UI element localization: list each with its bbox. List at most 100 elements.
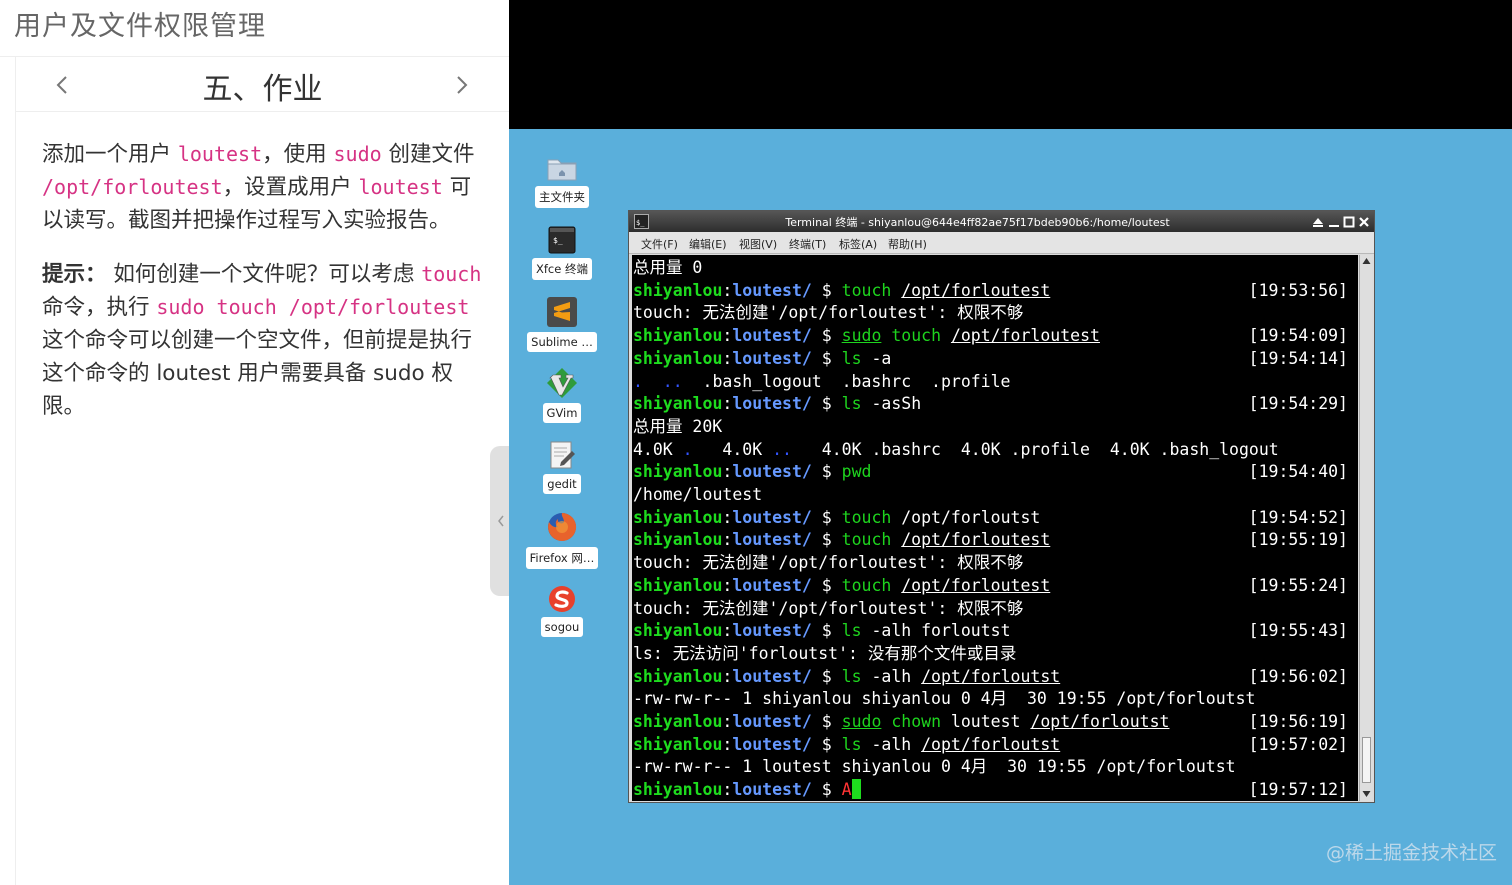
lesson-panel: 用户及文件权限管理 五、作业 添加一个用户 loutest，使用 sudo 创建… [0, 0, 509, 885]
output-line: ls: 无法访问'forloutst': 没有那个文件或目录 [633, 643, 1017, 663]
timestamp: [19:54:14] [1248, 348, 1348, 368]
menu-tabs[interactable]: 标签(A) [839, 236, 877, 252]
window-title: Terminal 终端 - shiyanlou@644e4ff82ae75f17… [785, 216, 1170, 229]
desktop-icon-label: sogou [540, 617, 584, 637]
prompt-line: shiyanlou:loutest/ $ touch /opt/forlouts… [633, 507, 1348, 527]
desktop-icon-label: Sublime … [527, 332, 597, 352]
maximize-icon[interactable] [1343, 216, 1355, 228]
timestamp: [19:57:02] [1248, 734, 1348, 754]
divider [0, 56, 509, 57]
timestamp: [19:56:02] [1248, 666, 1348, 686]
scroll-up-icon[interactable] [1361, 256, 1372, 266]
gedit-icon [550, 441, 575, 469]
inline-code: sudo touch /opt/forloutest [156, 295, 470, 319]
text: ，设置成用户 [222, 175, 359, 200]
text: ，使用 [262, 142, 334, 167]
menu-terminal[interactable]: 终端(T) [789, 236, 826, 252]
output-line: 总用量 0 [633, 258, 703, 277]
divider [15, 57, 16, 885]
timestamp: [19:56:19] [1248, 712, 1348, 731]
scroll-down-icon[interactable] [1361, 789, 1372, 799]
firefox-icon [548, 512, 577, 541]
prompt-line: shiyanlou:loutest/ $ A [19:57:12] [633, 779, 1348, 800]
terminal-app-icon: $_ [634, 214, 649, 229]
next-section-button[interactable] [447, 70, 477, 100]
text-cursor [851, 779, 861, 800]
prompt-line: shiyanlou:loutest/ $ ls -a [19:54:14] [633, 348, 1348, 368]
menu-help[interactable]: 帮助(H) [888, 236, 927, 252]
output-line: . .. .bash_logout .bashrc .profile [633, 371, 1011, 391]
section-heading: 五、作业 [202, 72, 323, 107]
hint-paragraph: 提示： 如何创建一个文件呢？可以考虑 touch 命令，执行 sudo touc… [42, 258, 482, 423]
text: 添加一个用户 [42, 142, 178, 167]
sogou-icon [549, 586, 575, 612]
text: 创建文件 [381, 142, 475, 167]
scrollbar-thumb[interactable] [1362, 737, 1371, 783]
desktop-icon-home[interactable]: 主文件夹 [522, 154, 602, 208]
desktop-icon-label: Firefox 网… [525, 547, 599, 569]
svg-text:$_: $_ [553, 236, 563, 245]
window-titlebar[interactable]: $_ Terminal 终端 - shiyanlou@644e4ff82ae75… [629, 211, 1374, 232]
chevron-right-icon [457, 76, 468, 94]
output-line: -rw-rw-r-- 1 loutest shiyanlou 0 4月 30 1… [633, 757, 1236, 777]
timestamp: [19:54:29] [1248, 394, 1348, 414]
terminal-output[interactable]: 总用量 0 shiyanlou:loutest/ $ touch /opt/fo… [632, 255, 1358, 801]
terminal-window[interactable]: $_ Terminal 终端 - shiyanlou@644e4ff82ae75… [628, 210, 1375, 803]
desktop-icon-label: gedit [543, 474, 581, 494]
timestamp: [19:54:09] [1248, 326, 1348, 346]
timestamp: [19:54:40] [1248, 462, 1348, 482]
prompt-line: shiyanlou:loutest/ $ ls -asSh [19:54:29] [633, 394, 1348, 414]
output-line: touch: 无法创建'/opt/forloutest': 权限不够 [633, 303, 1024, 323]
prompt-line: shiyanlou:loutest/ $ sudo touch /opt/for… [633, 326, 1348, 346]
output-line: touch: 无法创建'/opt/forloutest': 权限不够 [633, 598, 1024, 618]
timestamp: [19:55:19] [1248, 530, 1348, 550]
close-icon[interactable] [1358, 216, 1370, 228]
timestamp: [19:55:24] [1248, 575, 1348, 595]
inline-code: loutest [358, 175, 443, 199]
timestamp: [19:55:43] [1248, 621, 1348, 641]
inline-code: sudo [333, 142, 382, 166]
desktop-icon-label: 主文件夹 [535, 186, 589, 208]
text: 命令，执行 [42, 295, 157, 320]
prompt-line: shiyanlou:loutest/ $ touch /opt/forloute… [633, 280, 1348, 300]
assignment-paragraph: 添加一个用户 loutest，使用 sudo 创建文件 /opt/forlout… [42, 138, 482, 237]
menu-edit[interactable]: 编辑(E) [689, 236, 727, 252]
desktop-icon-gvim[interactable]: GVim [522, 367, 602, 423]
prompt-line: shiyanlou:loutest/ $ sudo chown loutest … [633, 712, 1348, 731]
desktop-icon-label: Xfce 终端 [532, 258, 592, 280]
prompt-line: shiyanlou:loutest/ $ ls -alh forloutst [1… [633, 621, 1348, 641]
desktop-icon-firefox[interactable]: Firefox 网… [522, 511, 602, 569]
output-line: -rw-rw-r-- 1 shiyanlou shiyanlou 0 4月 30… [633, 689, 1256, 709]
shade-icon[interactable] [1312, 216, 1324, 228]
output-line: /home/loutest [633, 485, 763, 504]
text: 这个命令可以创建一个空文件，但前提是执行这个命令的 loutest 用户需要具备… [42, 328, 473, 419]
timestamp: [19:57:12] [1248, 780, 1348, 800]
inline-code: /opt/forloutest [42, 175, 223, 199]
menu-view[interactable]: 视图(V) [739, 236, 777, 252]
prompt-line: shiyanlou:loutest/ $ ls -alh /opt/forlou… [633, 666, 1348, 686]
output-line: 总用量 20K [633, 416, 723, 436]
chevron-left-icon [498, 515, 504, 527]
terminal-scrollbar[interactable] [1359, 255, 1372, 801]
page-title: 用户及文件权限管理 [14, 11, 266, 42]
desktop-icon-gedit[interactable]: gedit [522, 440, 602, 494]
output-line: touch: 无法创建'/opt/forloutest': 权限不够 [633, 553, 1024, 573]
vnc-black-area [509, 0, 1512, 129]
desktop-icon-sogou[interactable]: sogou [522, 585, 602, 637]
divider [16, 111, 509, 112]
desktop-icon-label: GVim [542, 403, 582, 423]
desktop-icon-sublime[interactable]: Sublime … [522, 296, 602, 352]
folder-icon [547, 159, 577, 181]
prompt-line: shiyanlou:loutest/ $ ls -alh /opt/forlou… [633, 734, 1348, 754]
terminal-icon: $_ [548, 226, 576, 254]
desktop-icon-terminal[interactable]: $_ Xfce 终端 [522, 226, 602, 280]
minimize-icon[interactable] [1328, 216, 1340, 228]
inline-code: loutest [177, 142, 263, 166]
prompt-line: shiyanlou:loutest/ $ touch /opt/forloute… [633, 530, 1348, 550]
gvim-icon [547, 368, 577, 398]
timestamp: [19:53:56] [1248, 280, 1348, 300]
hint-label: 提示： [42, 262, 107, 287]
watermark: @稀土掘金技术社区 [1326, 842, 1498, 864]
prompt-line: shiyanlou:loutest/ $ pwd [19:54:40] [633, 462, 1348, 482]
menu-file[interactable]: 文件(F) [641, 236, 678, 252]
